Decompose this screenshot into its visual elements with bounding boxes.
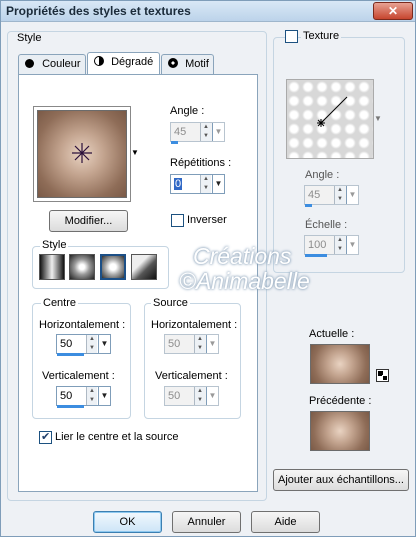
angle-slider-fill bbox=[171, 141, 178, 144]
gradient-half-icon bbox=[94, 56, 104, 66]
radial-style-button[interactable] bbox=[131, 254, 157, 280]
center-vertical-label: Verticalement : bbox=[42, 370, 115, 382]
repetitions-dropdown-icon[interactable]: ▼ bbox=[212, 175, 224, 193]
texture-angle-spin-icon[interactable]: ▲ ▼ bbox=[334, 186, 345, 204]
source-vertical-spin-icon[interactable]: ▲ ▼ bbox=[194, 387, 205, 405]
angle-value: 45 bbox=[174, 126, 187, 138]
style-group-label: Style bbox=[15, 32, 44, 44]
gradient-dropdown-arrow-icon[interactable]: ▼ bbox=[131, 148, 139, 157]
tab-degrade[interactable]: Dégradé bbox=[87, 52, 160, 75]
dialog-window: Propriétés des styles et textures ✕ Styl… bbox=[0, 0, 416, 537]
center-horizontal-label: Horizontalement : bbox=[39, 319, 126, 331]
texture-dropdown-arrow-icon[interactable]: ▼ bbox=[374, 114, 382, 123]
center-vertical-dropdown-icon[interactable]: ▼ bbox=[98, 387, 110, 405]
source-horizontal-dropdown-icon[interactable]: ▼ bbox=[206, 335, 218, 353]
texture-direction-needle-icon bbox=[317, 96, 348, 127]
color-dot-icon bbox=[25, 59, 34, 68]
repetitions-label: Répétitions : bbox=[170, 157, 232, 169]
source-horizontal-value: 50 bbox=[168, 338, 181, 350]
texture-angle-value: 45 bbox=[308, 189, 321, 201]
texture-scale-input[interactable]: 100 ▲ ▼ ▼ bbox=[304, 235, 359, 257]
modify-button[interactable]: Modifier... bbox=[49, 210, 128, 232]
texture-angle-slider-fill bbox=[305, 204, 312, 207]
center-group-label: Centre bbox=[41, 297, 79, 309]
watermark: Créations ©Animabelle bbox=[179, 244, 310, 294]
tab-label: Couleur bbox=[42, 58, 81, 70]
repetitions-input[interactable]: 0 ▲ ▼ ▼ bbox=[170, 174, 225, 194]
texture-angle-input[interactable]: 45 ▲ ▼ ▼ bbox=[304, 185, 359, 207]
source-horizontal-input[interactable]: 50 ▲ ▼ ▼ bbox=[164, 334, 219, 354]
center-vertical-slider-fill bbox=[57, 405, 84, 408]
angle-spin-icon[interactable]: ▲ ▼ bbox=[200, 123, 211, 141]
center-horizontal-dropdown-icon[interactable]: ▼ bbox=[98, 335, 110, 353]
center-horizontal-input[interactable]: 50 ▲ ▼ ▼ bbox=[56, 334, 111, 356]
tab-label: Motif bbox=[185, 58, 209, 70]
repetitions-spin-icon[interactable]: ▲ ▼ bbox=[200, 175, 211, 193]
watermark-line-2: ©Animabelle bbox=[179, 268, 310, 294]
close-icon: ✕ bbox=[387, 4, 399, 18]
window-title: Propriétés des styles et textures bbox=[6, 4, 191, 18]
cancel-button[interactable]: Annuler bbox=[172, 511, 241, 533]
texture-checkbox[interactable] bbox=[285, 30, 298, 43]
texture-angle-dropdown-icon[interactable]: ▼ bbox=[346, 186, 358, 204]
center-horizontal-spin-icon[interactable]: ▲ ▼ bbox=[86, 335, 97, 353]
close-button[interactable]: ✕ bbox=[373, 2, 413, 20]
link-center-source-checkbox[interactable] bbox=[39, 430, 52, 444]
linear-style-button[interactable] bbox=[39, 254, 65, 280]
source-vertical-label: Verticalement : bbox=[155, 370, 228, 382]
center-vertical-input[interactable]: 50 ▲ ▼ ▼ bbox=[56, 386, 111, 408]
previous-label: Précédente : bbox=[309, 395, 372, 407]
title-bar: Propriétés des styles et textures ✕ bbox=[1, 1, 415, 22]
texture-scale-dropdown-icon[interactable]: ▼ bbox=[346, 236, 358, 254]
angle-dropdown-icon[interactable]: ▼ bbox=[212, 123, 224, 141]
gradient-style-label: Style bbox=[40, 239, 69, 251]
texture-scale-label: Échelle : bbox=[305, 219, 348, 231]
texture-angle-label: Angle : bbox=[305, 169, 340, 181]
pattern-icon bbox=[168, 58, 178, 68]
swap-swatches-icon[interactable] bbox=[376, 369, 389, 382]
tab-couleur[interactable]: Couleur bbox=[18, 54, 86, 74]
current-label: Actuelle : bbox=[309, 328, 355, 340]
previous-swatch[interactable] bbox=[310, 411, 370, 451]
help-button[interactable]: Aide bbox=[251, 511, 320, 533]
source-vertical-dropdown-icon[interactable]: ▼ bbox=[206, 387, 218, 405]
center-horizontal-slider-fill bbox=[57, 353, 84, 356]
source-vertical-value: 50 bbox=[168, 390, 181, 402]
center-horizontal-value: 50 bbox=[60, 338, 73, 350]
source-vertical-input[interactable]: 50 ▲ ▼ ▼ bbox=[164, 386, 219, 406]
angle-input[interactable]: 45 ▲ ▼ ▼ bbox=[170, 122, 225, 144]
ok-button[interactable]: OK bbox=[93, 511, 162, 533]
invert-label: Inverser bbox=[187, 214, 227, 226]
watermark-line-1: Créations bbox=[193, 243, 292, 269]
current-swatch bbox=[310, 344, 370, 384]
add-to-swatches-button[interactable]: Ajouter aux échantillons... bbox=[273, 469, 409, 491]
invert-checkbox[interactable] bbox=[171, 214, 184, 227]
source-horizontal-spin-icon[interactable]: ▲ ▼ bbox=[194, 335, 205, 353]
source-group-label: Source bbox=[151, 297, 190, 309]
rectangular-style-button[interactable] bbox=[69, 254, 95, 280]
texture-label: Texture bbox=[301, 30, 342, 42]
repetitions-value: 0 bbox=[174, 178, 183, 190]
source-horizontal-label: Horizontalement : bbox=[151, 319, 238, 331]
link-center-source-label: Lier le centre et la source bbox=[55, 431, 179, 443]
texture-scale-spin-icon[interactable]: ▲ ▼ bbox=[334, 236, 345, 254]
tab-motif[interactable]: Motif bbox=[161, 54, 214, 74]
sunburst-style-button[interactable] bbox=[100, 254, 126, 280]
center-vertical-value: 50 bbox=[60, 390, 73, 402]
tab-label: Dégradé bbox=[111, 56, 154, 68]
angle-label: Angle : bbox=[170, 105, 205, 117]
texture-scale-value: 100 bbox=[308, 239, 327, 251]
gradient-center-marker-icon bbox=[72, 143, 92, 163]
center-vertical-spin-icon[interactable]: ▲ ▼ bbox=[86, 387, 97, 405]
